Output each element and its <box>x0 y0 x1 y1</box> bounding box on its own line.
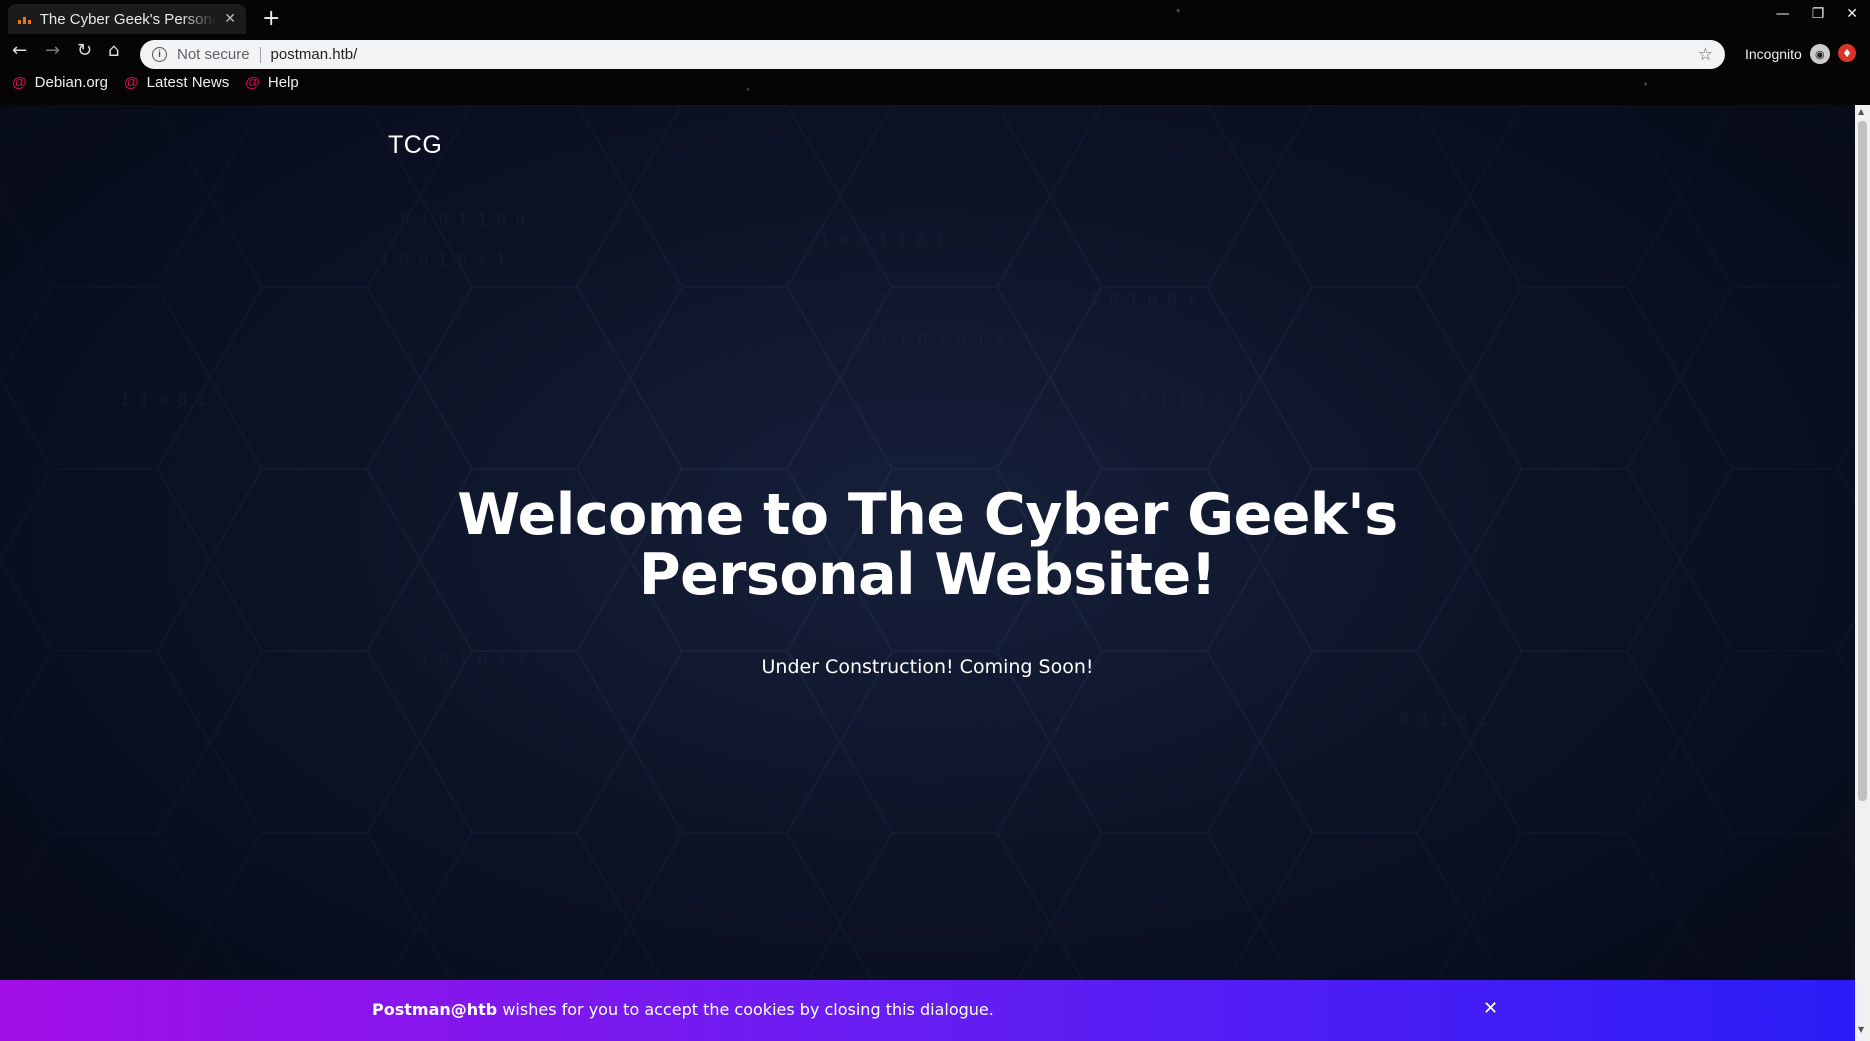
page-viewport: 0 1 0 1 1 0 0 1 0 0 1 0 1 1 1 0 0 1 1 0 … <box>0 105 1855 1041</box>
browser-tab[interactable]: The Cyber Geek's Personal Website ✕ <box>8 4 246 34</box>
scroll-up-icon[interactable]: ▲ <box>1858 107 1864 116</box>
bookmark-label: Help <box>267 74 299 91</box>
svg-text:0 1 1 0 1 0 1 0: 0 1 1 0 1 0 1 0 <box>860 330 1005 349</box>
bookmark-label: Latest News <box>146 74 230 91</box>
favicon-icon <box>18 14 32 24</box>
browser-chrome: The Cyber Geek's Personal Website ✕ + — … <box>0 0 1870 105</box>
site-logo[interactable]: TCG <box>388 131 442 160</box>
home-icon[interactable]: ⌂ <box>108 42 119 60</box>
bookmarks-bar: @ Debian.org @ Latest News @ Help <box>12 74 299 91</box>
extension-icon[interactable]: ♦ <box>1838 44 1856 62</box>
back-icon[interactable]: ← <box>12 42 27 60</box>
svg-text:1 0 0 1 0 1 1: 1 0 0 1 0 1 1 <box>380 250 505 269</box>
bookmark-star-icon[interactable]: ☆ <box>1698 45 1713 65</box>
url-text[interactable]: postman.htb/ <box>271 46 358 63</box>
scroll-down-icon[interactable]: ▼ <box>1858 1025 1864 1034</box>
close-icon[interactable]: ✕ <box>1483 998 1498 1019</box>
reload-icon[interactable]: ↻ <box>77 42 92 60</box>
debian-swirl-icon: @ <box>124 74 139 91</box>
address-bar[interactable]: i Not secure postman.htb/ ☆ <box>140 40 1725 69</box>
incognito-indicator[interactable]: Incognito ◉ <box>1745 44 1830 64</box>
bookmark-help[interactable]: @ Help <box>245 74 299 91</box>
bookmark-debian[interactable]: @ Debian.org <box>12 74 108 91</box>
forward-icon[interactable]: → <box>45 42 60 60</box>
page-scrollbar[interactable]: ▲ ▼ <box>1855 105 1870 1041</box>
cookie-text: wishes for you to accept the cookies by … <box>497 1000 994 1019</box>
cookie-message: Postman@htb wishes for you to accept the… <box>372 1000 994 1019</box>
svg-text:0 0 1 1 1 0 1: 0 0 1 1 1 0 1 <box>1120 390 1245 409</box>
info-icon[interactable]: i <box>152 47 167 62</box>
hero-title-line1: Welcome to The Cyber Geek's <box>457 482 1398 548</box>
hero-subtitle: Under Construction! Coming Soon! <box>761 656 1094 678</box>
svg-text:1 0 0 1 1 0 1: 1 0 0 1 1 0 1 <box>820 230 945 249</box>
incognito-icon: ◉ <box>1809 44 1830 64</box>
new-tab-button[interactable]: + <box>262 6 280 31</box>
svg-text:1 0 1 0 0 1: 1 0 1 0 0 1 <box>1090 290 1196 309</box>
hero-title: Welcome to The Cyber Geek's Personal Web… <box>0 485 1855 605</box>
svg-text:1 1 0 0 1: 1 1 0 0 1 <box>120 390 207 409</box>
tab-close-icon[interactable]: ✕ <box>224 11 236 27</box>
incognito-label: Incognito <box>1745 46 1802 62</box>
bookmark-label: Debian.org <box>34 74 109 91</box>
security-label: Not secure <box>177 46 250 63</box>
divider <box>259 46 261 63</box>
minimize-icon[interactable]: — <box>1776 6 1790 22</box>
tab-title: The Cyber Geek's Personal Website <box>39 10 217 28</box>
restore-icon[interactable]: ❐ <box>1812 6 1825 22</box>
svg-text:0 1 1 0 1: 0 1 1 0 1 <box>1400 710 1487 729</box>
window-controls: — ❐ ✕ <box>1776 6 1858 22</box>
debian-swirl-icon: @ <box>245 74 260 91</box>
debian-swirl-icon: @ <box>12 74 27 91</box>
cookie-brand: Postman@htb <box>372 1000 498 1019</box>
bookmark-latest-news[interactable]: @ Latest News <box>124 74 229 91</box>
close-window-icon[interactable]: ✕ <box>1846 6 1858 22</box>
cookie-banner: Postman@htb wishes for you to accept the… <box>0 980 1855 1041</box>
hero-title-line2: Personal Website! <box>638 542 1217 608</box>
scroll-thumb[interactable] <box>1858 121 1867 801</box>
svg-text:0 1 0 1 1 0 0: 0 1 0 1 1 0 0 <box>400 210 525 229</box>
